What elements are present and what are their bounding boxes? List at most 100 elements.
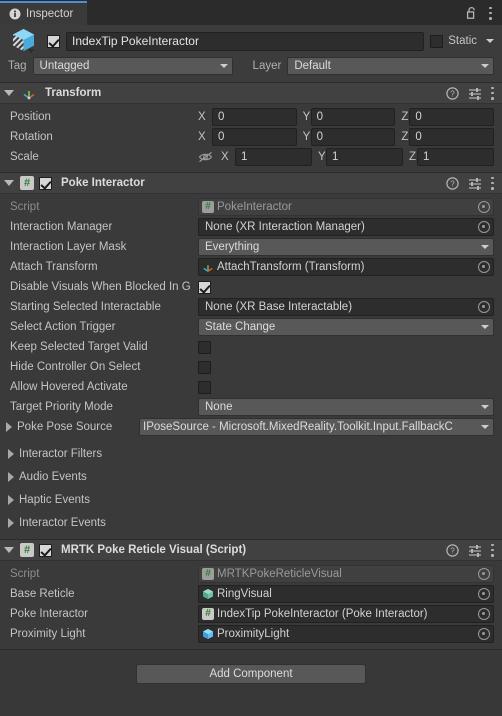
- transform-header[interactable]: Transform ?: [0, 83, 502, 104]
- starting-selected-interactable-objectfield[interactable]: None (XR Base Interactable): [198, 298, 494, 316]
- help-icon[interactable]: ?: [446, 176, 459, 190]
- component-poke-interactor: # Poke Interactor ? Script # PokeInterac…: [0, 173, 502, 540]
- poke-interactor-enabled-checkbox[interactable]: [39, 176, 52, 190]
- disable-visuals-checkbox[interactable]: [198, 280, 211, 294]
- starting-selected-interactable-label: Starting Selected Interactable: [10, 301, 161, 313]
- rotation-x-input[interactable]: 0: [212, 128, 297, 146]
- transform-properties: Position X 0 Y 0 Z 0 Rotation X 0 Y 0 Z …: [0, 104, 502, 172]
- foldout-arrow-icon[interactable]: [4, 547, 14, 553]
- foldout-audio-events[interactable]: Audio Events: [4, 465, 494, 488]
- kebab-menu-icon[interactable]: [491, 86, 494, 100]
- foldout-arrow-icon[interactable]: [4, 90, 14, 96]
- eye-off-icon[interactable]: [198, 151, 213, 163]
- padlock-open-icon[interactable]: [465, 6, 478, 20]
- object-picker-icon[interactable]: [478, 261, 490, 273]
- position-x-value: 0: [218, 111, 225, 123]
- select-action-trigger-value: State Change: [205, 321, 276, 333]
- scale-x-input[interactable]: 1: [235, 148, 312, 166]
- script-objectfield: # PokeInteractor: [198, 198, 494, 216]
- foldout-interactor-filters[interactable]: Interactor Filters: [4, 442, 494, 465]
- poke-interactor-objectfield[interactable]: # IndexTip PokeInteractor (Poke Interact…: [198, 605, 494, 623]
- scale-z-input[interactable]: 1: [417, 148, 494, 166]
- add-component-button[interactable]: Add Component: [136, 664, 366, 684]
- help-icon[interactable]: ?: [446, 543, 459, 557]
- position-x-input[interactable]: 0: [212, 108, 297, 126]
- position-y-input[interactable]: 0: [310, 108, 396, 126]
- property-row-select-action-trigger: Select Action Trigger State Change: [4, 317, 494, 337]
- gameobject-name-input[interactable]: IndexTip PokeInteractor: [66, 31, 425, 51]
- svg-text:?: ?: [450, 179, 455, 188]
- poke-pose-source-label: Poke Pose Source: [17, 421, 113, 433]
- foldout-arrow-icon[interactable]: [8, 448, 14, 459]
- foldout-haptic-events[interactable]: Haptic Events: [4, 488, 494, 511]
- object-picker-icon[interactable]: [478, 301, 490, 313]
- poke-interactor-header[interactable]: # Poke Interactor ?: [0, 173, 502, 194]
- rotation-z-input[interactable]: 0: [409, 128, 495, 146]
- keep-selected-target-valid-checkbox[interactable]: [198, 340, 211, 354]
- attach-transform-objectfield[interactable]: AttachTransform (Transform): [198, 258, 494, 276]
- axis-z-label: Z: [401, 131, 409, 143]
- allow-hovered-activate-checkbox[interactable]: [198, 380, 211, 394]
- position-z-input[interactable]: 0: [409, 108, 495, 126]
- target-priority-mode-dropdown[interactable]: None: [198, 398, 494, 416]
- scale-x-value: 1: [241, 151, 248, 163]
- interaction-manager-value: None (XR Interaction Manager): [205, 221, 365, 233]
- foldout-arrow-icon[interactable]: [8, 494, 14, 505]
- property-row-hide-controller-on-select: Hide Controller On Select: [4, 357, 494, 377]
- select-action-trigger-dropdown[interactable]: State Change: [198, 318, 494, 336]
- add-component-label: Add Component: [209, 668, 293, 680]
- preset-sliders-icon[interactable]: [468, 544, 482, 557]
- haptic-events-label: Haptic Events: [19, 493, 90, 506]
- object-picker-icon[interactable]: [478, 588, 490, 600]
- poke-pose-source-foldout-icon[interactable]: [6, 422, 12, 432]
- hide-controller-on-select-checkbox[interactable]: [198, 360, 211, 374]
- interaction-manager-objectfield[interactable]: None (XR Interaction Manager): [198, 218, 494, 236]
- chevron-down-icon: [219, 64, 228, 68]
- axis-x-label: X: [198, 131, 206, 143]
- help-icon[interactable]: ?: [446, 86, 459, 100]
- inspector-tabbar: Inspector: [0, 0, 502, 25]
- info-icon: [9, 8, 21, 20]
- preset-sliders-icon[interactable]: [468, 177, 482, 190]
- poke-pose-source-dropdown[interactable]: IPoseSource - Microsoft.MixedReality.Too…: [139, 418, 494, 436]
- layer-dropdown[interactable]: Default: [287, 57, 494, 75]
- axis-y-label: Y: [302, 131, 311, 143]
- gameobject-enabled-checkbox[interactable]: [47, 34, 60, 48]
- property-row-interaction-layer-mask: Interaction Layer Mask Everything: [4, 237, 494, 257]
- add-component-area: Add Component: [0, 650, 502, 684]
- scale-y-input[interactable]: 1: [326, 148, 403, 166]
- tab-inspector[interactable]: Inspector: [0, 1, 88, 25]
- static-dropdown-caret-icon[interactable]: [486, 39, 494, 43]
- mrtk-poke-reticle-visual-header[interactable]: # MRTK Poke Reticle Visual (Script) ?: [0, 540, 502, 561]
- poke-interactor-title: Poke Interactor: [61, 177, 145, 189]
- audio-events-label: Audio Events: [19, 470, 87, 483]
- tag-dropdown[interactable]: Untagged: [32, 57, 233, 75]
- position-label: Position: [10, 111, 51, 123]
- interactor-events-label: Interactor Events: [19, 516, 106, 529]
- rotation-z-value: 0: [415, 131, 422, 143]
- foldout-arrow-icon[interactable]: [8, 517, 14, 528]
- object-picker-icon[interactable]: [478, 221, 490, 233]
- kebab-menu-icon[interactable]: [491, 543, 494, 557]
- proximity-light-objectfield[interactable]: ProximityLight: [198, 625, 494, 643]
- preset-sliders-icon[interactable]: [468, 87, 482, 100]
- interaction-manager-label: Interaction Manager: [10, 221, 113, 233]
- target-priority-mode-label: Target Priority Mode: [10, 401, 113, 413]
- select-action-trigger-label: Select Action Trigger: [10, 321, 116, 333]
- kebab-menu-icon[interactable]: [491, 176, 494, 190]
- foldout-arrow-icon[interactable]: [8, 471, 14, 482]
- tag-label: Tag: [8, 60, 27, 72]
- rotation-y-input[interactable]: 0: [310, 128, 396, 146]
- object-picker-icon[interactable]: [478, 628, 490, 640]
- script-hash-icon: #: [202, 568, 214, 580]
- position-y-value: 0: [316, 111, 324, 123]
- foldout-interactor-events[interactable]: Interactor Events: [4, 511, 494, 534]
- interaction-layer-mask-dropdown[interactable]: Everything: [198, 238, 494, 256]
- kebab-menu-icon[interactable]: [489, 6, 492, 20]
- object-picker-icon[interactable]: [478, 608, 490, 620]
- foldout-arrow-icon[interactable]: [4, 180, 14, 186]
- mrtk-poke-reticle-visual-enabled-checkbox[interactable]: [39, 543, 52, 557]
- static-checkbox[interactable]: [430, 34, 444, 48]
- base-reticle-objectfield[interactable]: RingVisual: [198, 585, 494, 603]
- svg-text:?: ?: [450, 89, 455, 98]
